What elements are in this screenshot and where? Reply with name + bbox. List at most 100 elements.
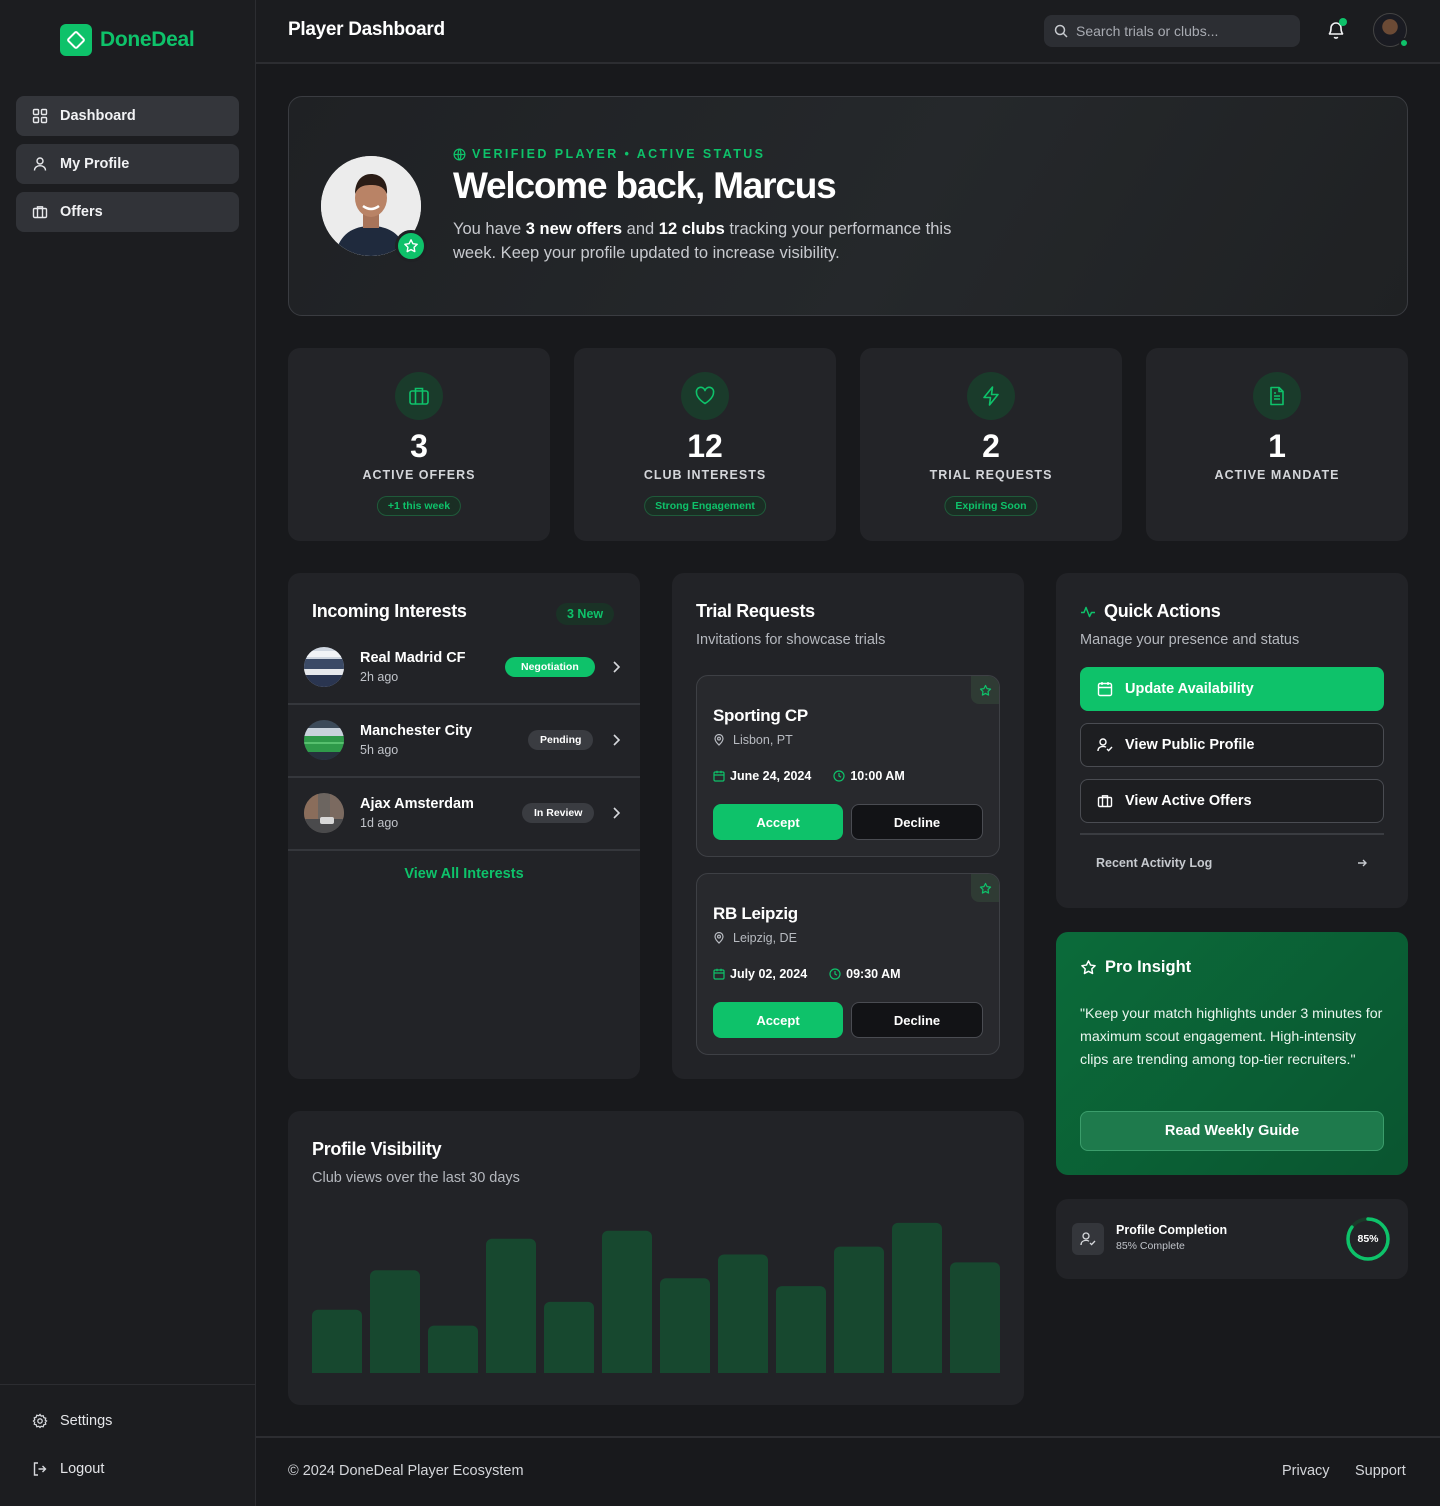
accept-button[interactable]: Accept xyxy=(713,1002,843,1038)
chart-bar[interactable] xyxy=(776,1286,826,1373)
chart-bar[interactable] xyxy=(544,1301,594,1373)
view-active-offers-button[interactable]: View Active Offers xyxy=(1080,779,1384,823)
logout-link[interactable]: Logout xyxy=(32,1461,104,1477)
user-icon xyxy=(32,156,48,172)
profile-completion-subtitle: 85% Complete xyxy=(1116,1240,1185,1252)
interest-time: 2h ago xyxy=(360,670,399,684)
read-weekly-guide-button[interactable]: Read Weekly Guide xyxy=(1080,1111,1384,1151)
welcome-card: VERIFIED PLAYER • ACTIVE STATUS Welcome … xyxy=(288,96,1408,316)
page-footer: © 2024 DoneDeal Player Ecosystem Privacy… xyxy=(256,1436,1440,1506)
stat-label: ACTIVE OFFERS xyxy=(362,468,476,482)
chart-bar[interactable] xyxy=(892,1222,942,1373)
panel-subtitle: Manage your presence and status xyxy=(1080,632,1300,648)
new-count-badge: 3 New xyxy=(556,603,615,625)
online-status-dot xyxy=(1399,38,1409,48)
gear-icon xyxy=(32,1413,48,1429)
divider xyxy=(1080,833,1384,835)
chevron-right-icon xyxy=(610,660,622,674)
stat-card-club-interests[interactable]: 12 CLUB INTERESTS Strong Engagement xyxy=(574,348,836,541)
welcome-text-part: You have xyxy=(453,220,526,238)
verified-status-label: VERIFIED PLAYER • ACTIVE STATUS xyxy=(453,147,765,161)
club-logo xyxy=(304,793,344,833)
stat-card-active-offers[interactable]: 3 ACTIVE OFFERS +1 this week xyxy=(288,348,550,541)
star-icon[interactable] xyxy=(971,874,999,902)
accept-button[interactable]: Accept xyxy=(713,804,843,840)
decline-button[interactable]: Decline xyxy=(851,1002,983,1038)
brand-logo[interactable]: DoneDeal xyxy=(60,24,195,56)
user-avatar[interactable] xyxy=(1373,13,1409,48)
stat-value: 2 xyxy=(982,428,1000,464)
notifications-button[interactable] xyxy=(1326,18,1347,40)
star-icon xyxy=(1080,959,1097,976)
button-label: View Public Profile xyxy=(1125,737,1255,753)
trial-schedule: July 02, 2024 09:30 AM xyxy=(713,967,901,981)
stat-trend-badge: +1 this week xyxy=(376,496,462,516)
trial-schedule: June 24, 2024 10:00 AM xyxy=(713,769,905,783)
chart-bar[interactable] xyxy=(428,1325,478,1373)
decline-button[interactable]: Decline xyxy=(851,804,983,840)
support-link[interactable]: Support xyxy=(1355,1463,1406,1479)
search-box[interactable] xyxy=(1044,15,1300,47)
view-public-profile-button[interactable]: View Public Profile xyxy=(1080,723,1384,767)
profile-visibility-panel: Profile Visibility Club views over the l… xyxy=(288,1111,1024,1405)
incoming-interests-panel: Incoming Interests 3 New Real Madrid CF … xyxy=(288,573,640,1079)
trial-card-sporting-cp: Sporting CP Lisbon, PT June 24, 2024 10:… xyxy=(696,675,1000,857)
chart-bar[interactable] xyxy=(834,1246,884,1373)
clock-icon xyxy=(833,770,845,782)
status-badge: In Review xyxy=(522,803,595,823)
chart-bar[interactable] xyxy=(486,1238,536,1373)
interest-time: 1d ago xyxy=(360,816,399,830)
sidebar-nav: Dashboard My Profile Offers xyxy=(16,96,239,240)
chart-bar[interactable] xyxy=(370,1270,420,1373)
privacy-link[interactable]: Privacy xyxy=(1282,1463,1330,1479)
map-pin-icon xyxy=(713,932,725,944)
calendar-icon xyxy=(1097,681,1113,697)
stat-card-trial-requests[interactable]: 2 TRIAL REQUESTS Expiring Soon xyxy=(860,348,1122,541)
panel-title: Profile Visibility xyxy=(312,1139,442,1159)
briefcase-icon xyxy=(1097,793,1113,809)
view-all-interests-link[interactable]: View All Interests xyxy=(288,866,640,882)
club-logo xyxy=(304,720,344,760)
verified-status-text: VERIFIED PLAYER • ACTIVE STATUS xyxy=(472,147,766,161)
globe-icon xyxy=(453,148,466,161)
trial-location-text: Lisbon, PT xyxy=(733,733,793,747)
chart-bar[interactable] xyxy=(950,1262,1000,1373)
recent-activity-log-link[interactable]: Recent Activity Log xyxy=(1096,856,1212,870)
update-availability-button[interactable]: Update Availability xyxy=(1080,667,1384,711)
search-input[interactable] xyxy=(1076,23,1286,39)
lightning-icon xyxy=(967,372,1015,420)
tracking-clubs-count: 12 clubs xyxy=(658,220,725,238)
document-icon xyxy=(1253,372,1301,420)
star-icon[interactable] xyxy=(971,676,999,704)
sidebar-footer: Settings Logout xyxy=(0,1384,255,1506)
stat-card-active-mandate[interactable]: 1 ACTIVE MANDATE xyxy=(1146,348,1408,541)
club-name: Real Madrid CF xyxy=(360,650,466,666)
chart-bar[interactable] xyxy=(602,1230,652,1373)
interest-row-manchester-city[interactable]: Manchester City 5h ago Pending xyxy=(288,705,640,778)
chart-bar[interactable] xyxy=(312,1309,362,1373)
logout-label: Logout xyxy=(60,1461,105,1477)
sidebar-item-offers[interactable]: Offers xyxy=(16,192,239,232)
button-label: View Active Offers xyxy=(1125,793,1252,809)
club-name: Ajax Amsterdam xyxy=(360,796,474,812)
profile-completion-card[interactable]: Profile Completion 85% Complete 85% xyxy=(1056,1199,1408,1279)
welcome-title: Welcome back, Marcus xyxy=(453,165,837,206)
pro-insight-card: Pro Insight "Keep your match highlights … xyxy=(1056,932,1408,1175)
settings-link[interactable]: Settings xyxy=(32,1413,112,1429)
user-check-icon xyxy=(1097,737,1113,753)
interest-row-ajax-amsterdam[interactable]: Ajax Amsterdam 1d ago In Review xyxy=(288,778,640,851)
chart-bar[interactable] xyxy=(660,1278,710,1373)
stat-value: 3 xyxy=(410,428,428,464)
sidebar-item-dashboard[interactable]: Dashboard xyxy=(16,96,239,136)
sidebar-item-label: Offers xyxy=(60,204,103,220)
page-title: Player Dashboard xyxy=(288,19,445,40)
chevron-right-icon xyxy=(610,806,622,820)
sidebar-item-my-profile[interactable]: My Profile xyxy=(16,144,239,184)
arrow-right-icon[interactable] xyxy=(1356,857,1368,869)
chart-bar[interactable] xyxy=(718,1254,768,1374)
quick-actions-header: Quick Actions xyxy=(1080,601,1221,622)
interest-row-real-madrid[interactable]: Real Madrid CF 2h ago Negotiation xyxy=(288,632,640,705)
status-badge: Negotiation xyxy=(505,657,595,677)
settings-label: Settings xyxy=(60,1413,113,1429)
search-icon xyxy=(1054,24,1068,38)
